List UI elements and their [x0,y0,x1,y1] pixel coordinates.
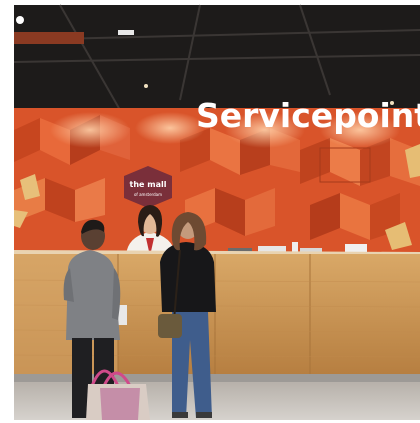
ceiling-beam [14,32,84,44]
logo-name: the mall [130,180,167,189]
servicepoint-sign: Servicepoint [196,96,420,135]
ceiling-light [16,16,24,24]
photo-canvas: the mall of amsterdam Servicepoint [0,0,420,423]
desk-item [292,242,298,252]
logo-subtitle: of amsterdam [134,192,162,197]
wall-spotlight [135,112,205,144]
ceiling-light [118,30,134,35]
wall-spotlight [50,112,130,148]
ceiling-light [144,84,148,88]
service-desk-photo: the mall of amsterdam Servicepoint [0,0,420,423]
